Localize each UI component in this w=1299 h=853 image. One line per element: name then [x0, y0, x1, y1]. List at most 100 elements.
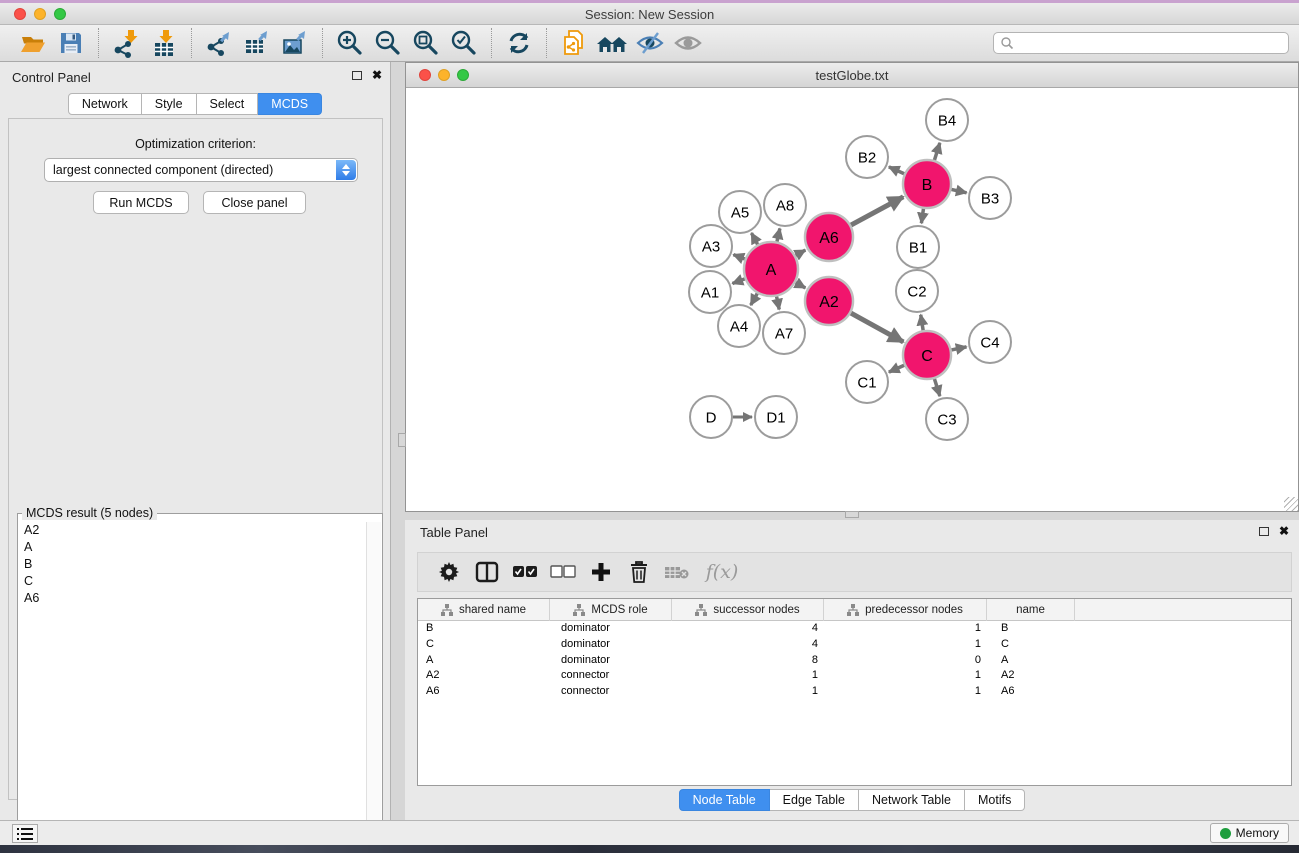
save-session-button[interactable] [52, 27, 90, 59]
close-panel-button[interactable]: Close panel [203, 191, 306, 214]
graph-edge-A-A2[interactable] [796, 283, 806, 288]
table-cell[interactable]: 1 [672, 684, 824, 700]
add-column-button[interactable] [582, 555, 620, 589]
float-table-panel-icon[interactable] [1259, 527, 1269, 536]
table-cell[interactable]: connector [550, 684, 672, 700]
graph-edge-C-C2[interactable] [921, 315, 923, 331]
function-builder-button[interactable]: f(x) [696, 555, 748, 589]
graph-edge-C-C1[interactable] [889, 365, 904, 372]
column-header-name[interactable]: name [987, 599, 1075, 621]
left-splitter-handle[interactable] [398, 433, 406, 447]
table-cell[interactable]: 1 [824, 668, 987, 684]
tab-select[interactable]: Select [197, 93, 259, 115]
tab-edge-table[interactable]: Edge Table [770, 789, 859, 811]
import-table-button[interactable] [145, 27, 183, 59]
bottom-splitter-handle[interactable] [845, 511, 859, 518]
graph-edge-A6-B[interactable] [851, 197, 903, 225]
zoom-out-button[interactable] [369, 27, 407, 59]
column-header-predecessor-nodes[interactable]: predecessor nodes [824, 599, 987, 621]
result-list-item[interactable]: A [19, 539, 365, 556]
close-table-panel-icon[interactable]: ✖ [1279, 526, 1289, 536]
export-network-button[interactable] [200, 27, 238, 59]
graph-edge-A-A5[interactable] [751, 233, 757, 244]
show-column-button[interactable] [468, 555, 506, 589]
table-cell[interactable]: C [418, 637, 550, 653]
table-row[interactable]: A2connector11A2 [418, 668, 1291, 684]
graph-edge-A-A6[interactable] [796, 250, 806, 255]
hide-selected-button[interactable] [631, 27, 669, 59]
graph-edge-C-C3[interactable] [934, 379, 939, 396]
table-cell[interactable]: 1 [824, 684, 987, 700]
task-history-button[interactable] [12, 824, 38, 843]
table-cell[interactable]: dominator [550, 637, 672, 653]
run-mcds-button[interactable]: Run MCDS [93, 191, 189, 214]
tab-motifs[interactable]: Motifs [965, 789, 1025, 811]
tab-network-table[interactable]: Network Table [859, 789, 965, 811]
table-cell[interactable]: dominator [550, 621, 672, 637]
search-input[interactable] [1014, 34, 1288, 52]
table-cell[interactable]: 0 [824, 653, 987, 669]
zoom-selected-button[interactable] [445, 27, 483, 59]
tab-network[interactable]: Network [68, 93, 142, 115]
table-cell[interactable]: A2 [418, 668, 550, 684]
criterion-dropdown[interactable]: largest connected component (directed) [44, 158, 358, 182]
tab-node-table[interactable]: Node Table [679, 789, 770, 811]
graph-edge-B-B3[interactable] [951, 189, 966, 192]
duplicate-network-button[interactable] [555, 27, 593, 59]
graph-edge-A-A1[interactable] [732, 279, 744, 284]
network-canvas[interactable]: B4B2BB3A8A5A6A3B1AA1C2A2A4A7C4CC1DD1C3 [406, 88, 1298, 511]
first-neighbors-button[interactable] [593, 27, 631, 59]
graph-edge-B-B1[interactable] [921, 209, 923, 223]
table-cell[interactable]: C [987, 637, 1075, 653]
graph-edge-A-A3[interactable] [733, 255, 744, 259]
import-network-button[interactable] [107, 27, 145, 59]
graph-edge-C-C4[interactable] [951, 347, 966, 350]
result-list-item[interactable]: A6 [19, 590, 365, 607]
table-cell[interactable]: A [418, 653, 550, 669]
table-cell[interactable]: A [987, 653, 1075, 669]
show-all-button[interactable] [669, 27, 707, 59]
result-list-item[interactable]: C [19, 573, 365, 590]
graph-edge-B-B2[interactable] [889, 167, 904, 174]
open-file-button[interactable] [14, 27, 52, 59]
table-cell[interactable]: A6 [987, 684, 1075, 700]
select-all-button[interactable] [506, 555, 544, 589]
table-row[interactable]: Adominator80A [418, 653, 1291, 669]
tab-style[interactable]: Style [142, 93, 197, 115]
resize-grip-icon[interactable] [1284, 497, 1298, 511]
graph-edge-A-A8[interactable] [777, 228, 780, 241]
table-cell[interactable]: 4 [672, 621, 824, 637]
column-header-shared-name[interactable]: shared name [418, 599, 550, 621]
export-table-button[interactable] [238, 27, 276, 59]
table-cell[interactable]: B [418, 621, 550, 637]
table-row[interactable]: A6connector11A6 [418, 684, 1291, 700]
table-options-button[interactable] [430, 555, 468, 589]
float-panel-icon[interactable] [352, 71, 362, 80]
delete-table-button[interactable] [658, 555, 696, 589]
table-cell[interactable]: A6 [418, 684, 550, 700]
result-list-item[interactable]: B [19, 556, 365, 573]
column-header-successor-nodes[interactable]: successor nodes [672, 599, 824, 621]
graph-edge-A-A7[interactable] [777, 296, 780, 309]
table-cell[interactable]: 1 [824, 637, 987, 653]
delete-column-button[interactable] [620, 555, 658, 589]
table-cell[interactable]: dominator [550, 653, 672, 669]
zoom-in-button[interactable] [331, 27, 369, 59]
table-cell[interactable]: connector [550, 668, 672, 684]
table-row[interactable]: Cdominator41C [418, 637, 1291, 653]
table-cell[interactable]: A2 [987, 668, 1075, 684]
export-image-button[interactable] [276, 27, 314, 59]
fit-content-button[interactable] [407, 27, 445, 59]
unselect-all-button[interactable] [544, 555, 582, 589]
column-header-mcds-role[interactable]: MCDS role [550, 599, 672, 621]
graph-edge-B-B4[interactable] [934, 143, 939, 160]
result-list-scrollbar[interactable] [366, 522, 381, 850]
table-cell[interactable]: 1 [824, 621, 987, 637]
memory-button[interactable]: Memory [1210, 823, 1289, 843]
graph-edge-A-A4[interactable] [751, 293, 758, 305]
close-panel-icon[interactable]: ✖ [372, 70, 382, 80]
search-field[interactable] [993, 32, 1289, 54]
apply-layout-button[interactable] [500, 27, 538, 59]
table-row[interactable]: Bdominator41B [418, 621, 1291, 637]
table-cell[interactable]: 4 [672, 637, 824, 653]
